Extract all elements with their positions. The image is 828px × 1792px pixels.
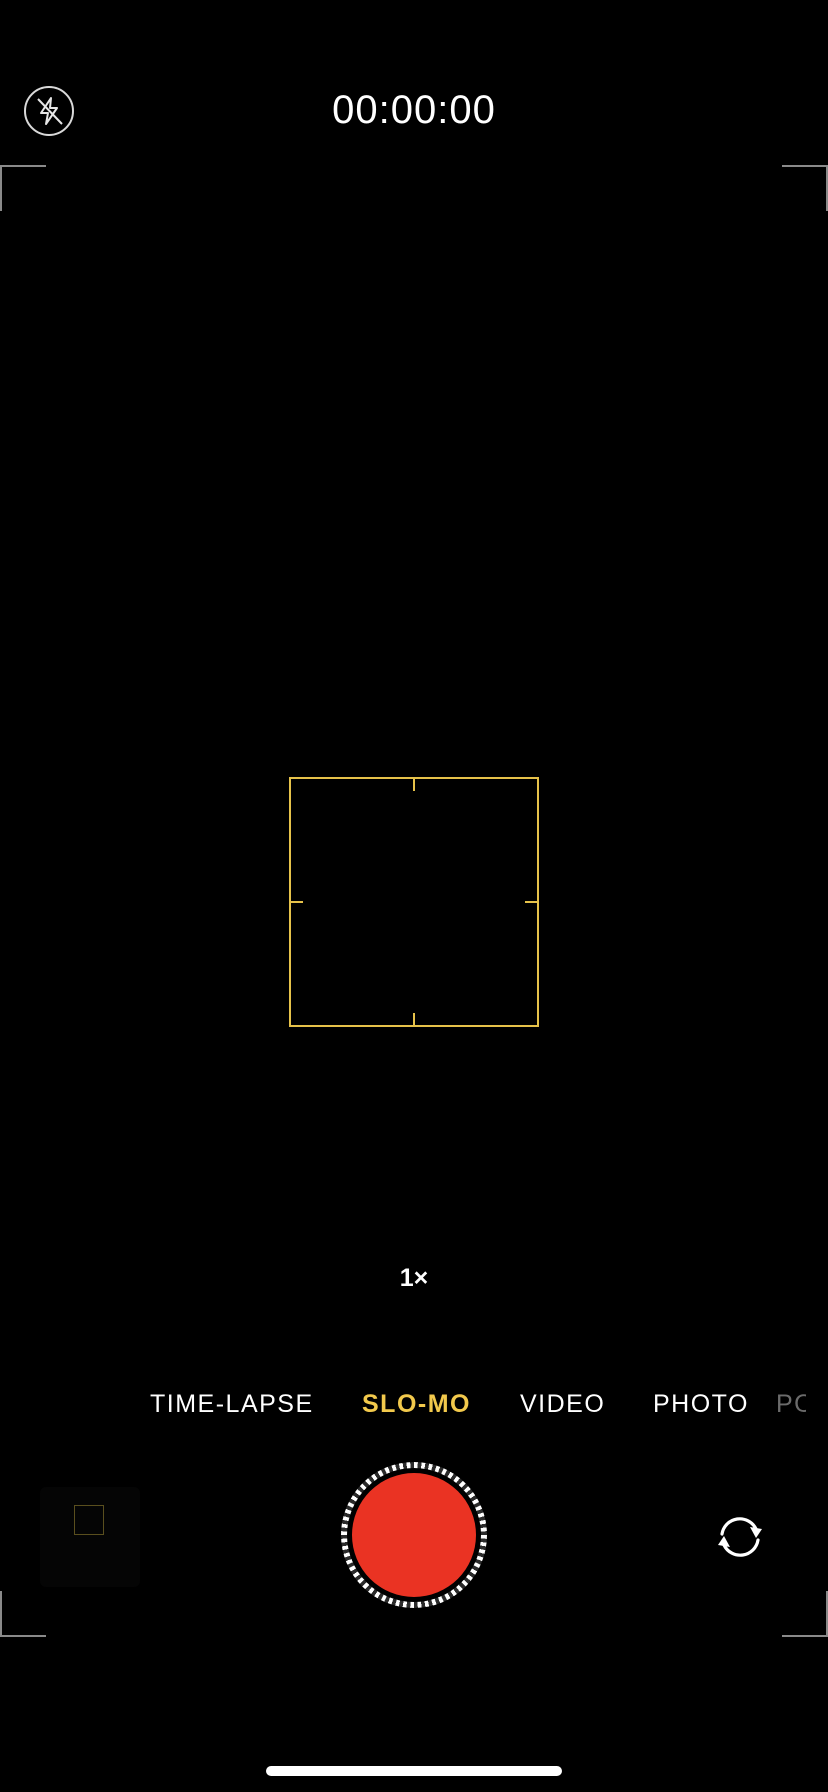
mode-selector: TIME-LAPSE SLO-MO VIDEO PHOTO POR (0, 1384, 828, 1424)
recording-timer: 00:00:00 (332, 88, 496, 132)
frame-corner-bottom-right (782, 1591, 828, 1637)
shutter-ring-gap (347, 1468, 481, 1602)
frame-corner-top-right (782, 165, 828, 211)
thumbnail-preview (74, 1505, 104, 1535)
mode-video[interactable]: VIDEO (520, 1384, 605, 1424)
focus-tick-right (525, 901, 537, 903)
mode-slo-mo[interactable]: SLO-MO (362, 1384, 471, 1424)
frame-corner-top-left (0, 165, 46, 211)
record-button[interactable] (341, 1462, 487, 1608)
focus-square[interactable] (289, 777, 539, 1027)
camera-flip-icon (718, 1517, 762, 1557)
frame-corner-bottom-left (0, 1591, 46, 1637)
focus-tick-bottom (413, 1013, 415, 1025)
record-button-core (352, 1473, 476, 1597)
zoom-button[interactable]: 1× (364, 1256, 464, 1300)
home-indicator[interactable] (266, 1766, 562, 1776)
focus-tick-top (413, 779, 415, 791)
last-capture-thumbnail[interactable] (40, 1487, 140, 1587)
camera-flip-button[interactable] (712, 1512, 768, 1562)
focus-tick-left (291, 901, 303, 903)
mode-time-lapse[interactable]: TIME-LAPSE (150, 1384, 314, 1424)
mode-portrait[interactable]: POR (776, 1384, 806, 1424)
mode-photo[interactable]: PHOTO (653, 1384, 749, 1424)
